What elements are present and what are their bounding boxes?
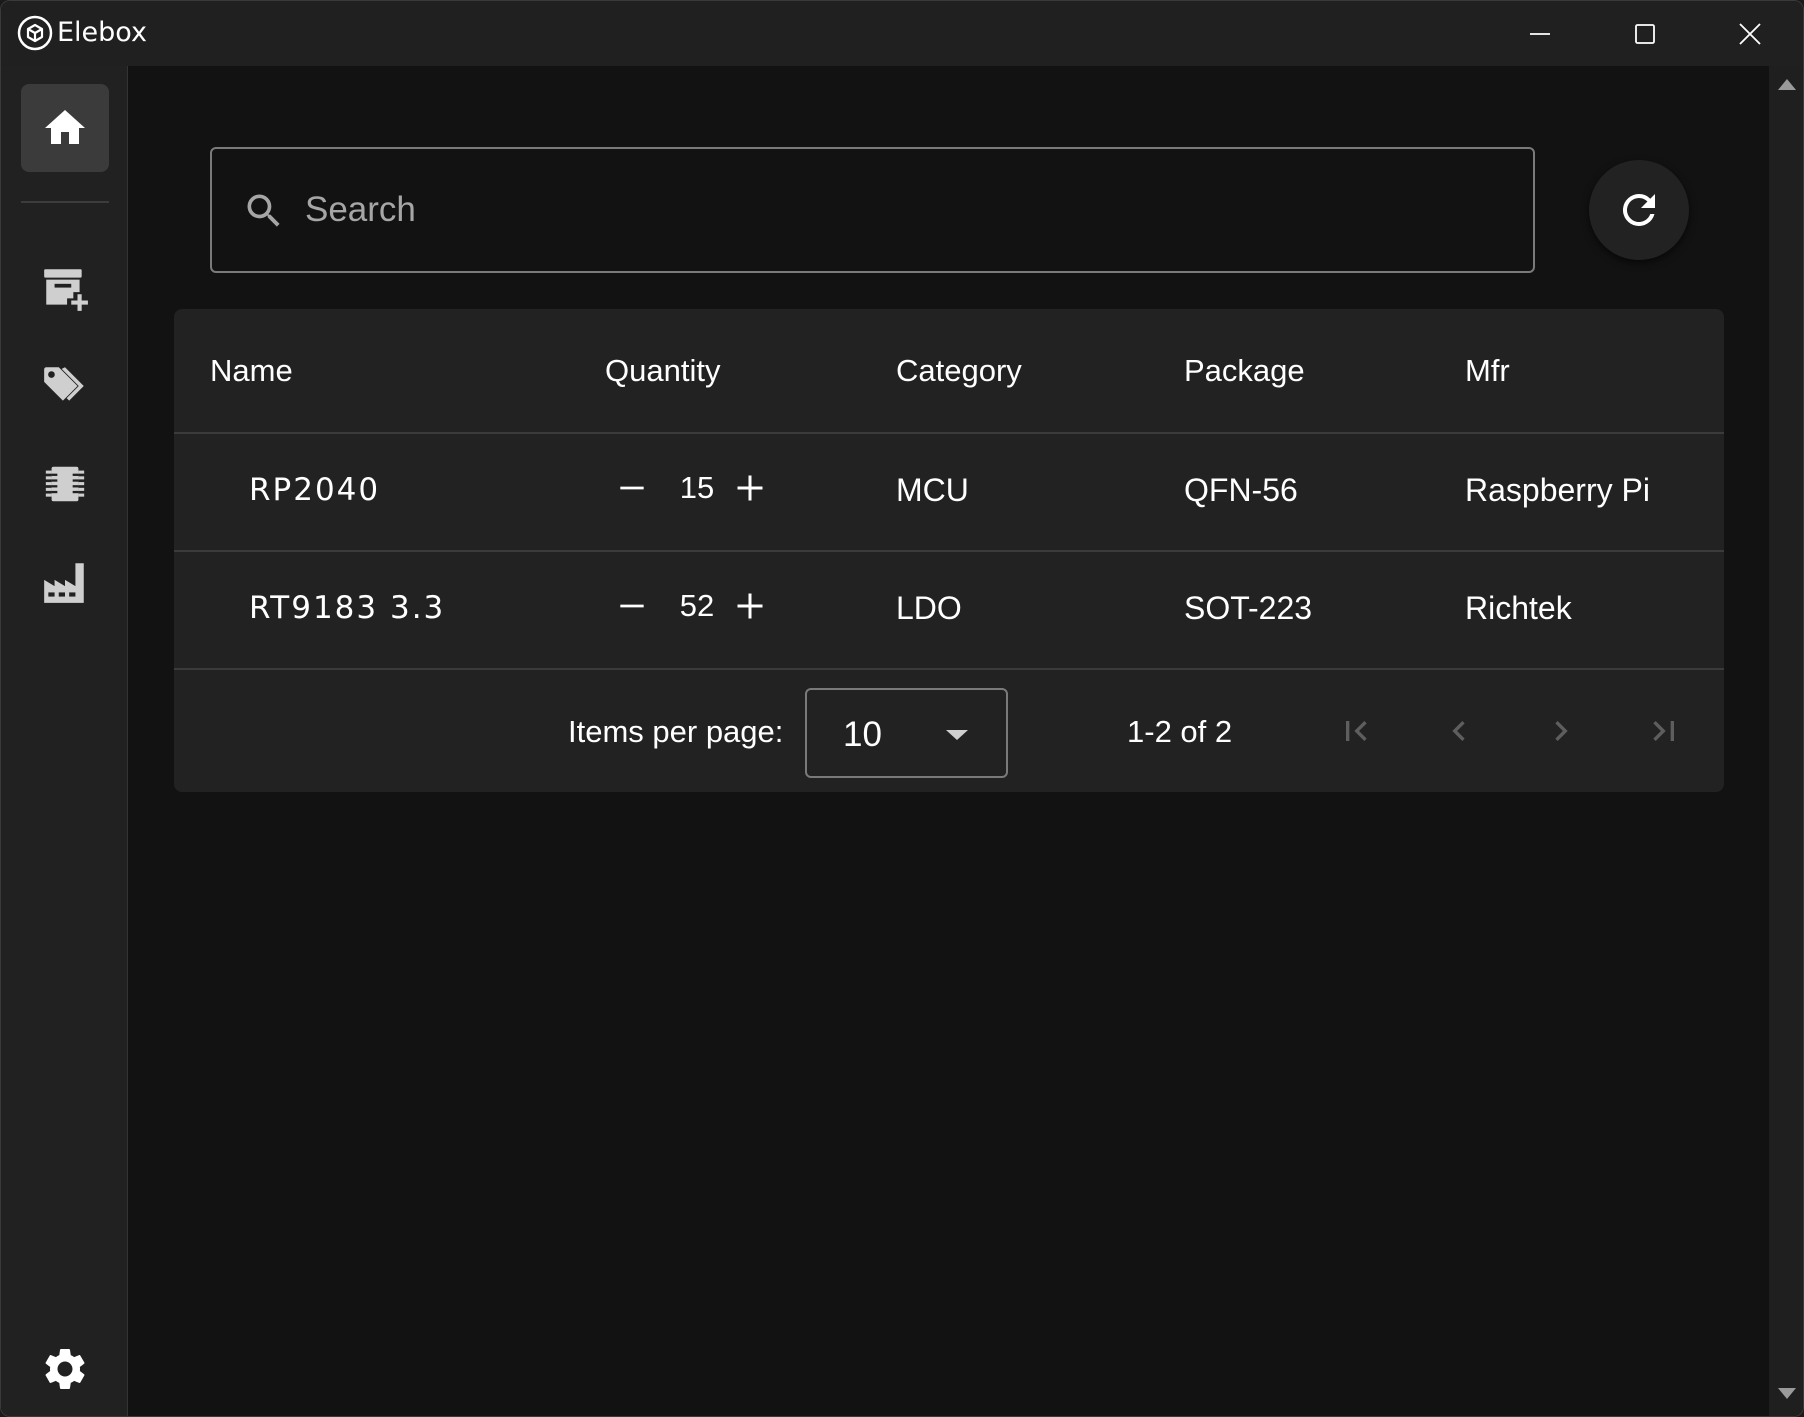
first-page-icon (1346, 721, 1367, 741)
sidebar-divider (21, 201, 109, 203)
first-page-button[interactable] (1326, 701, 1386, 761)
last-page-icon (1653, 721, 1674, 741)
column-header-category[interactable]: Category (896, 353, 1022, 389)
table-header: Name Quantity Category Package Mfr (174, 309, 1724, 434)
factory-icon (44, 563, 84, 603)
vertical-scrollbar[interactable] (1769, 66, 1803, 1416)
minus-icon (620, 486, 644, 490)
page-range-label: 1-2 of 2 (1127, 714, 1233, 749)
tags-icon (44, 367, 84, 401)
sidebar-item-categories[interactable] (21, 342, 109, 430)
search-icon (247, 194, 280, 227)
home-icon (45, 110, 85, 144)
column-header-package[interactable]: Package (1184, 353, 1305, 389)
close-icon (1738, 22, 1761, 45)
next-page-button[interactable] (1531, 701, 1591, 761)
quantity-increment-button[interactable] (730, 586, 770, 626)
refresh-button[interactable] (1589, 160, 1689, 260)
table-row[interactable]: RT9183 3.3 52 LDO SOT-223 Richtek (174, 552, 1724, 670)
cell-package: SOT-223 (1184, 590, 1313, 626)
plus-icon (737, 475, 763, 501)
scroll-up-arrow-icon[interactable] (1776, 76, 1798, 92)
plus-icon (737, 593, 763, 619)
parts-table: Name Quantity Category Package Mfr RP204… (174, 309, 1724, 792)
cell-category: LDO (896, 590, 962, 626)
items-per-page-select[interactable]: 10 (805, 688, 1008, 778)
column-header-name[interactable]: Name (210, 353, 293, 389)
gear-icon (45, 1349, 85, 1389)
maximize-icon (1634, 23, 1655, 44)
app-window: Elebox Search Name Quantity Category Pac… (0, 0, 1804, 1417)
sidebar-item-manufacturers[interactable] (21, 538, 109, 626)
previous-page-button[interactable] (1429, 701, 1489, 761)
close-button[interactable] (1697, 1, 1802, 66)
quantity-value: 52 (679, 588, 715, 623)
chevron-right-icon (1555, 721, 1568, 741)
scroll-down-arrow-icon[interactable] (1776, 1386, 1798, 1402)
title-bar: Elebox (1, 1, 1803, 66)
items-per-page-value: 10 (843, 715, 882, 754)
sidebar-item-packages[interactable] (21, 440, 109, 528)
minimize-icon (1529, 32, 1550, 35)
sidebar-item-home[interactable] (21, 84, 109, 172)
chevron-left-icon (1452, 721, 1465, 741)
items-per-page-label: Items per page: (568, 714, 784, 749)
app-title: Elebox (57, 17, 147, 48)
column-header-mfr[interactable]: Mfr (1465, 353, 1510, 389)
quantity-decrement-button[interactable] (612, 468, 652, 508)
refresh-icon (1622, 193, 1655, 226)
cell-name: RT9183 3.3 (249, 590, 446, 626)
archive-plus-icon (44, 269, 88, 311)
elebox-logo-icon (17, 15, 53, 51)
cell-category: MCU (896, 472, 969, 508)
sidebar-item-add-part[interactable] (21, 244, 109, 332)
search-box[interactable] (210, 147, 1535, 273)
sidebar-item-settings[interactable] (21, 1325, 109, 1413)
cell-package: QFN-56 (1184, 472, 1298, 508)
minimize-button[interactable] (1487, 1, 1592, 66)
caret-down-icon (946, 730, 968, 740)
last-page-button[interactable] (1634, 701, 1694, 761)
cell-mfr: Raspberry Pi (1465, 472, 1650, 508)
paginator: Items per page: 10 1-2 of 2 (174, 670, 1724, 792)
sidebar-nav (1, 66, 128, 1416)
quantity-decrement-button[interactable] (612, 586, 652, 626)
chip-icon (45, 466, 85, 502)
maximize-button[interactable] (1592, 1, 1697, 66)
cell-name: RP2040 (249, 472, 381, 508)
cell-mfr: Richtek (1465, 590, 1572, 626)
quantity-increment-button[interactable] (730, 468, 770, 508)
search-input[interactable] (305, 179, 1485, 241)
quantity-value: 15 (679, 470, 715, 505)
table-row[interactable]: RP2040 15 MCU QFN-56 Raspberry Pi (174, 434, 1724, 552)
minus-icon (620, 604, 644, 608)
column-header-quantity[interactable]: Quantity (605, 353, 720, 389)
